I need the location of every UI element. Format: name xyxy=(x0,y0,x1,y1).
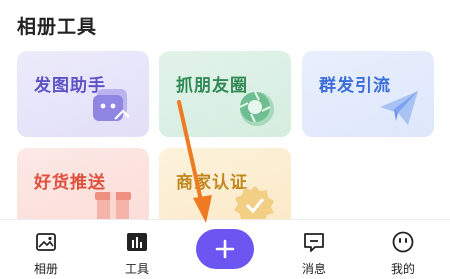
card-image-helper[interactable]: 发图助手 xyxy=(17,51,149,137)
add-button[interactable] xyxy=(196,229,254,269)
bar-chart-icon xyxy=(127,233,147,251)
face-icon xyxy=(392,231,414,253)
chat-bubble-icon xyxy=(93,89,130,121)
message-icon xyxy=(304,233,324,252)
tab-tools[interactable]: 工具 xyxy=(107,220,167,279)
tab-label: 我的 xyxy=(390,262,415,276)
tab-label: 工具 xyxy=(124,262,149,276)
card-mass-send[interactable]: 群发引流 xyxy=(302,51,434,137)
tab-album[interactable]: 相册 xyxy=(16,220,76,279)
tab-mine[interactable]: 我的 xyxy=(373,220,433,279)
tab-label: 相册 xyxy=(33,262,58,276)
paper-plane-icon xyxy=(380,91,418,125)
section-title: 相册工具 xyxy=(17,16,98,38)
plus-icon xyxy=(215,239,235,259)
card-grab-moments[interactable]: 抓朋友圈 xyxy=(159,51,291,137)
image-icon xyxy=(36,233,56,251)
tab-messages[interactable]: 消息 xyxy=(284,220,344,279)
tab-label: 消息 xyxy=(301,262,326,276)
camera-aperture-icon xyxy=(239,91,274,126)
